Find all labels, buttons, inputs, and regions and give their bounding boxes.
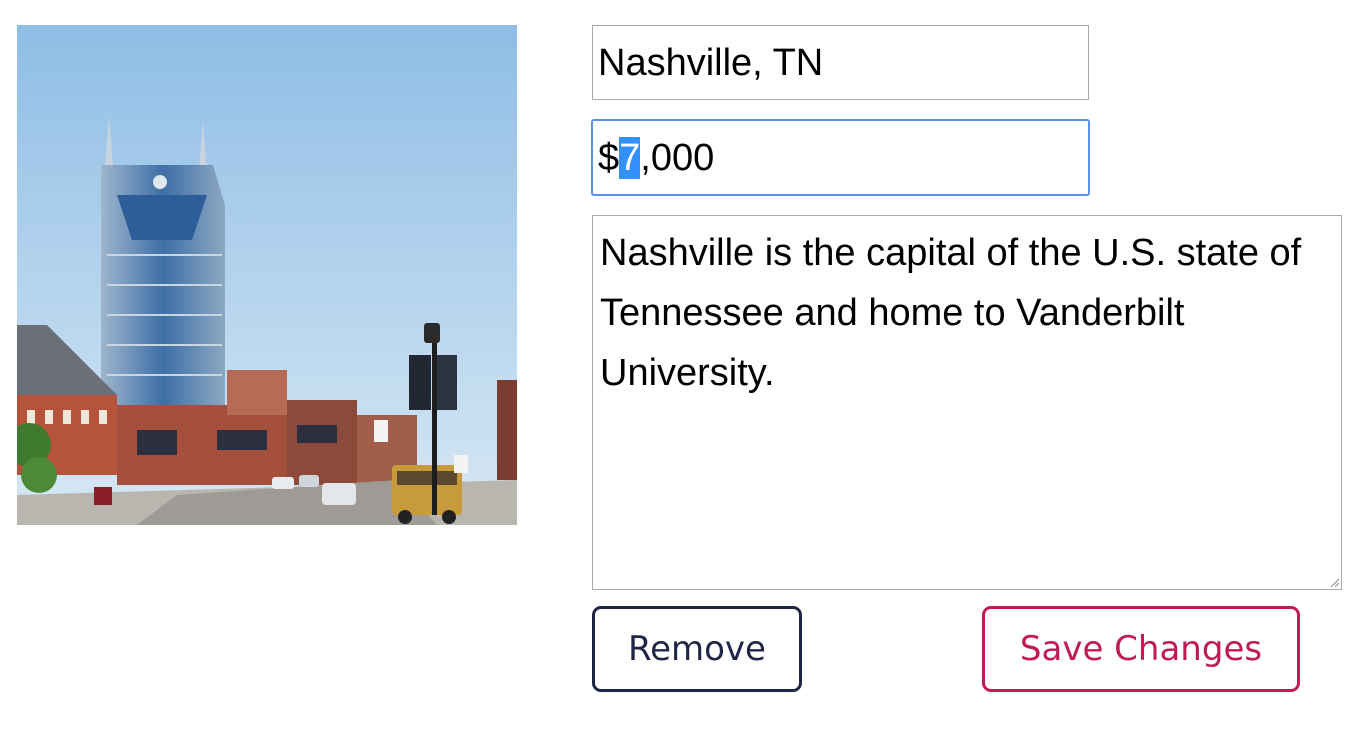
price-prefix: $ <box>598 137 620 179</box>
description-text: Nashville is the capital of the U.S. sta… <box>600 232 1302 394</box>
resize-grip-icon[interactable] <box>1329 577 1339 587</box>
price-suffix: ,000 <box>640 137 715 179</box>
description-textarea[interactable]: Nashville is the capital of the U.S. sta… <box>592 215 1342 590</box>
save-changes-button-label: Save Changes <box>1019 629 1263 669</box>
save-changes-button[interactable]: Save Changes <box>982 606 1300 692</box>
listing-editor: Nashville, TN $7,000 Nashville is the ca… <box>0 0 1372 735</box>
remove-button[interactable]: Remove <box>592 606 802 692</box>
remove-button-label: Remove <box>628 629 766 669</box>
city-name-value: Nashville, TN <box>598 42 824 84</box>
city-photo <box>17 25 517 525</box>
price-input[interactable]: $7,000 <box>591 119 1090 196</box>
city-photo-image <box>17 25 517 525</box>
price-selected-text: 7 <box>619 137 641 179</box>
city-name-input[interactable]: Nashville, TN <box>592 25 1089 100</box>
